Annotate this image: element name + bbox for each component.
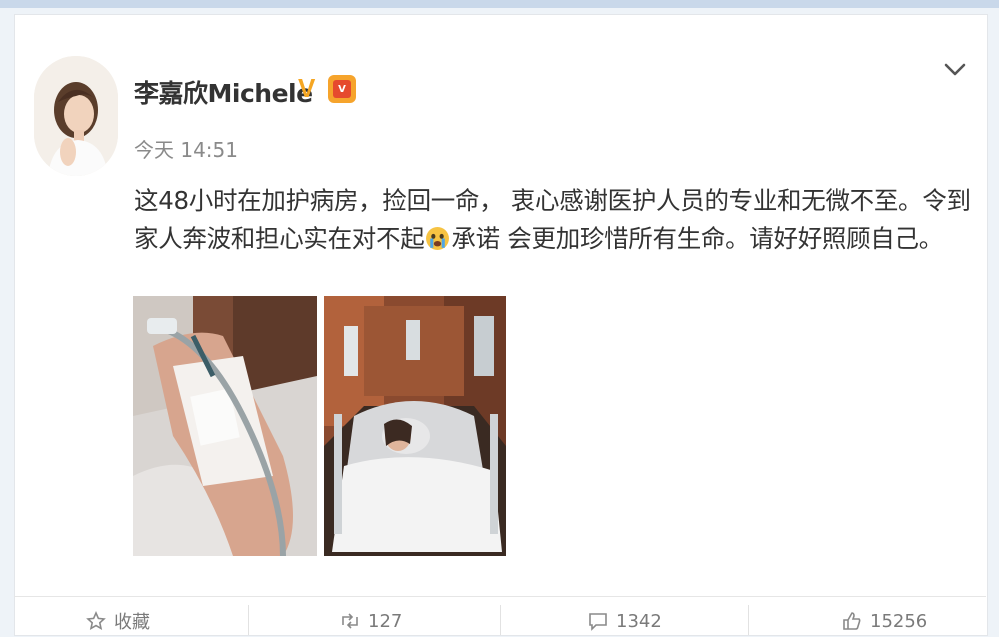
action-separator	[500, 605, 501, 635]
avatar-image	[34, 56, 118, 176]
post-text: 这48小时在加护病房，捡回一命， 衷心感谢医护人员的专业和无微不至。令到家人奔波…	[134, 182, 974, 258]
post-photo-hospital-bed[interactable]	[324, 296, 506, 556]
hand-with-iv-photo	[133, 296, 317, 556]
crying-face-emoji-icon	[426, 227, 450, 250]
repost-action[interactable]: 127	[340, 609, 402, 633]
action-separator	[748, 605, 749, 635]
action-separator	[248, 605, 249, 635]
like-icon	[843, 612, 861, 630]
author-name[interactable]: 李嘉欣Michele	[134, 74, 313, 110]
favorite-label: 收藏	[114, 612, 150, 633]
post-timestamp[interactable]: 今天 14:51	[134, 134, 238, 163]
browser-top-strip	[0, 0, 999, 8]
avatar[interactable]	[34, 56, 118, 176]
chevron-down-icon[interactable]	[942, 56, 968, 82]
verified-v-icon: V	[298, 73, 316, 103]
repost-count: 127	[368, 610, 403, 632]
comment-icon	[589, 613, 607, 631]
like-count: 15256	[870, 610, 928, 632]
comment-count: 1342	[616, 610, 662, 632]
action-bar: 收藏 127 1342 15256	[14, 596, 986, 637]
member-badge-icon: V	[328, 75, 356, 103]
post-text-part2: 承诺 会更加珍惜所有生命。请好好照顾自己。	[451, 224, 943, 253]
favorite-action[interactable]: 收藏	[86, 609, 150, 633]
comment-action[interactable]: 1342	[588, 609, 662, 633]
repost-icon	[342, 613, 358, 629]
post-photo-hand-iv[interactable]	[133, 296, 317, 556]
like-action[interactable]: 15256	[842, 609, 927, 633]
share-icon	[86, 611, 106, 630]
hospital-bed-photo	[324, 296, 506, 556]
